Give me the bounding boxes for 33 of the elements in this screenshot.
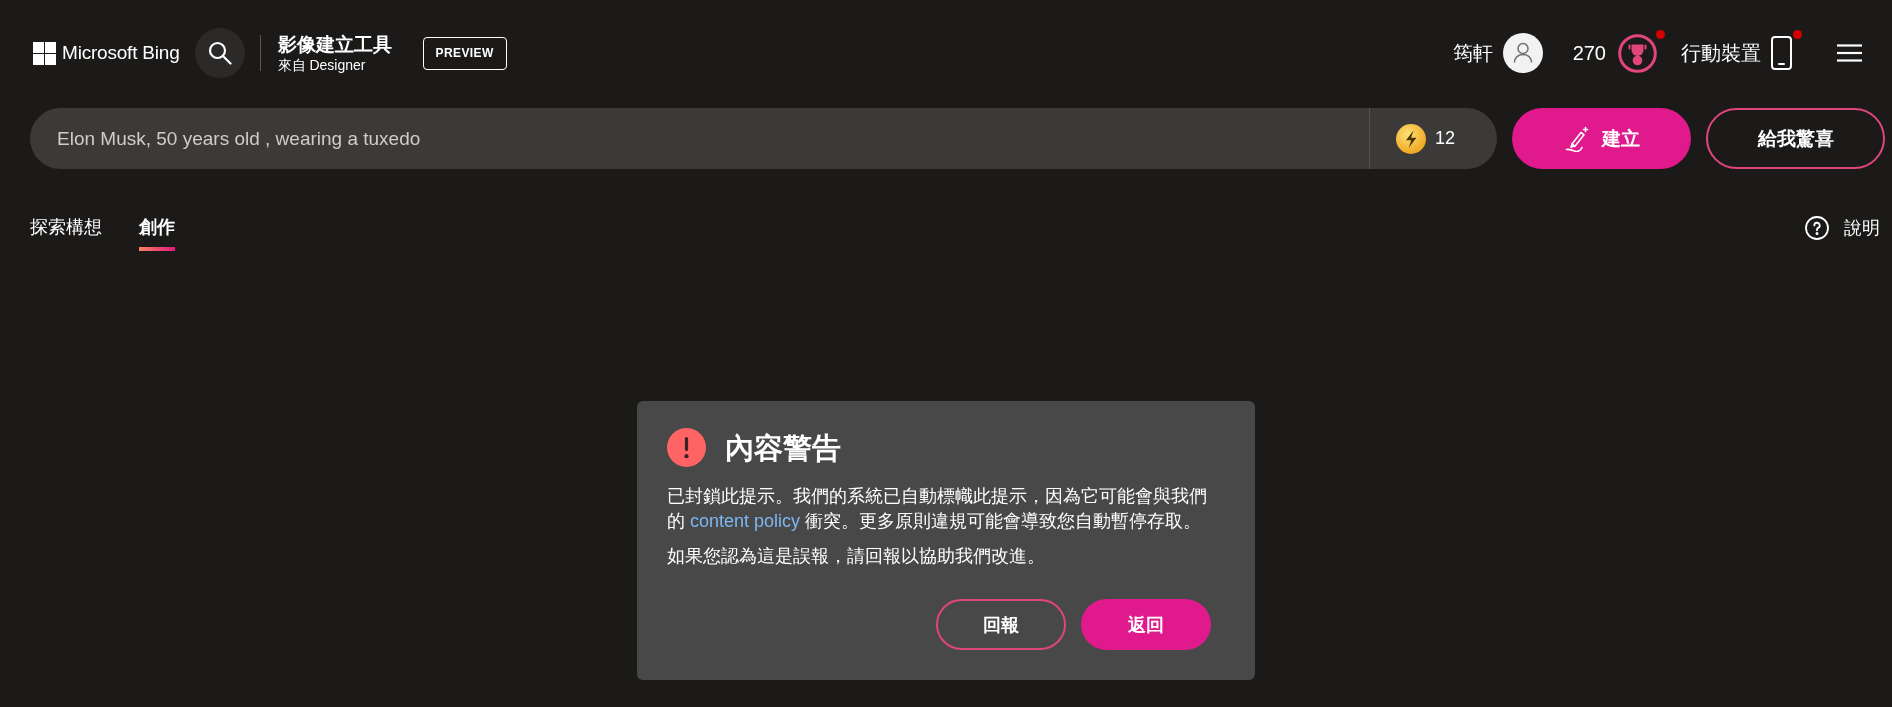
create-button[interactable]: 建立 (1512, 108, 1691, 169)
tab[interactable]: 探索構想 (30, 215, 102, 251)
brush-icon (1563, 125, 1590, 152)
prompt-field[interactable]: Elon Musk, 50 years old , wearing a tuxedo (30, 108, 1369, 169)
report-button[interactable]: 回報 (936, 599, 1066, 650)
content-policy-link[interactable]: content policy (690, 511, 801, 531)
help-link[interactable]: 說明 (1805, 215, 1880, 240)
trophy-icon[interactable] (1618, 33, 1657, 73)
phone-icon[interactable] (1771, 36, 1792, 70)
menu-icon (1837, 44, 1862, 62)
dialog-title: 內容警告 (725, 430, 841, 466)
menu-button[interactable] (1837, 44, 1862, 62)
app-title: 影像建立工具 (277, 32, 392, 56)
preview-badge: PREVIEW (422, 36, 507, 70)
tab[interactable]: 創作 (139, 215, 175, 251)
logo-icon (33, 41, 56, 65)
app-subtitle: 來自 Designer (277, 55, 367, 74)
warning-icon (667, 428, 706, 467)
back-button[interactable]: 返回 (1081, 599, 1211, 650)
user-name: 筠軒 (1452, 40, 1493, 66)
boost-counter[interactable]: 12 (1368, 108, 1497, 169)
search-button[interactable] (194, 28, 245, 78)
dialog-message: 已封鎖此提示。我們的系統已自動標幟此提示，因為它可能會與我們的 content policy 衝突。更多原則違規可能會導致您自動暫停存取。 (667, 485, 1208, 533)
search-icon (207, 41, 232, 65)
mobile-link[interactable]: 行動裝置 (1681, 39, 1761, 67)
avatar-icon[interactable] (1502, 33, 1543, 73)
dialog-note: 如果您認為這是誤報，請回報以協助我們改進。 (667, 545, 1046, 568)
points-count: 270 (1572, 41, 1606, 65)
surprise-button[interactable]: 給我驚喜 (1706, 108, 1885, 169)
help-icon (1805, 216, 1829, 240)
boost-count: 12 (1434, 128, 1455, 149)
home-link[interactable]: Microsoft Bing (33, 41, 180, 65)
coin-icon (1395, 123, 1426, 154)
